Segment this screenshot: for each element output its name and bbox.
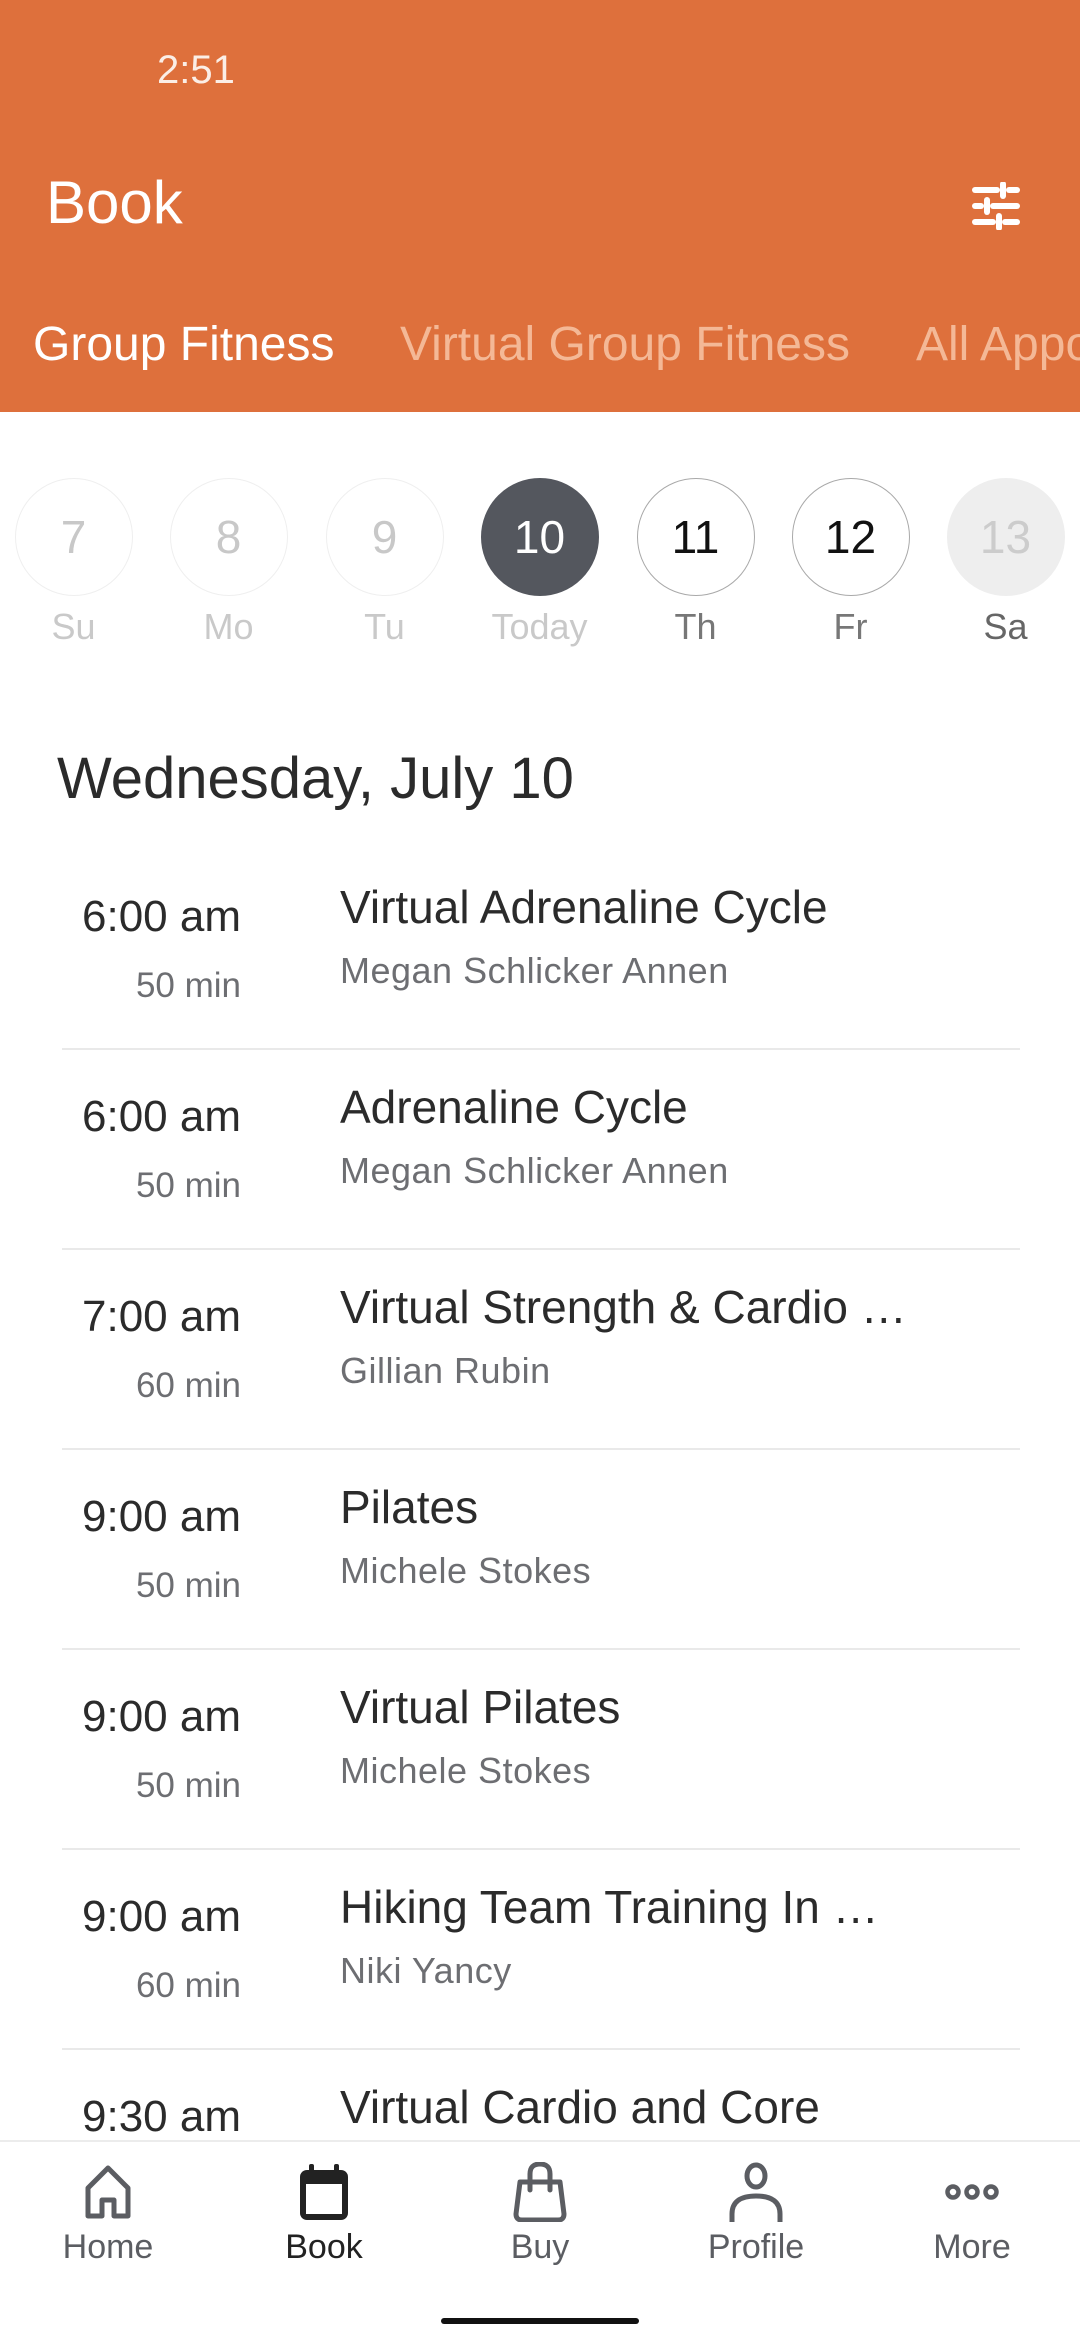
class-duration: 60 min (135, 1966, 241, 2005)
date-number: 10 (480, 478, 599, 596)
nav-label: More (933, 2228, 1011, 2266)
class-title: Adrenaline Cycle (340, 1081, 688, 1133)
class-title: Virtual Pilates (340, 1681, 621, 1733)
class-duration: 50 min (135, 1766, 241, 1805)
class-list-item[interactable]: 9:00 am 50 min Virtual Pilates Michele S… (0, 1650, 1080, 1850)
date-number: 11 (636, 478, 755, 596)
tab-virtual-group-fitness[interactable]: Virtual Group Fitness (400, 310, 850, 380)
person-icon (729, 2162, 783, 2222)
nav-buy[interactable]: Buy (432, 2162, 648, 2282)
date-item[interactable]: 12 Fr (773, 478, 928, 658)
nav-more[interactable]: More (864, 2162, 1080, 2282)
class-list-item[interactable]: 7:00 am 60 min Virtual Strength & Cardio… (0, 1250, 1080, 1450)
class-title: Virtual Strength & Cardio … (340, 1281, 907, 1333)
date-weekday: Tu (364, 606, 405, 647)
tab-group-fitness[interactable]: Group Fitness (33, 310, 334, 380)
home-icon (85, 2165, 131, 2219)
class-title: Pilates (340, 1481, 479, 1533)
date-number: 9 (325, 478, 444, 596)
class-time: 6:00 am (82, 1092, 241, 1141)
date-item-selected[interactable]: 10 Today (462, 478, 617, 658)
nav-label: Buy (510, 2228, 570, 2266)
date-number: 13 (946, 478, 1065, 596)
date-item[interactable]: 9 Tu (307, 478, 462, 658)
more-dots-icon (945, 2184, 999, 2200)
class-time: 9:00 am (82, 1692, 241, 1741)
date-weekday: Su (51, 606, 96, 647)
class-instructor: Megan Schlicker Annen (340, 1150, 729, 1191)
nav-home[interactable]: Home (0, 2162, 216, 2282)
class-list: 6:00 am 50 min Virtual Adrenaline Cycle … (0, 850, 1080, 2250)
status-bar-time: 2:51 (157, 48, 235, 92)
class-list-item[interactable]: 9:00 am 60 min Hiking Team Training In …… (0, 1850, 1080, 2050)
date-item[interactable]: 13 Sa (928, 478, 1080, 658)
class-time: 7:00 am (82, 1292, 241, 1341)
date-weekday: Today (491, 606, 588, 647)
class-time: 9:30 am (82, 2092, 241, 2141)
date-weekday: Mo (203, 606, 254, 647)
bottom-navigation: Home Book Buy Profile More (0, 2140, 1080, 2342)
sliders-icon (972, 182, 1020, 230)
class-instructor: Gillian Rubin (340, 1350, 551, 1391)
nav-profile[interactable]: Profile (648, 2162, 864, 2282)
date-number: 8 (169, 478, 288, 596)
nav-label: Home (62, 2228, 154, 2266)
nav-label: Book (285, 2228, 363, 2266)
class-list-item[interactable]: 6:00 am 50 min Adrenaline Cycle Megan Sc… (0, 1050, 1080, 1250)
date-item[interactable]: 7 Su (0, 478, 151, 658)
category-tabs: Group Fitness Virtual Group Fitness All … (0, 310, 1080, 380)
class-duration: 50 min (135, 966, 241, 1005)
date-number: 7 (14, 478, 133, 596)
class-list-item[interactable]: 9:00 am 50 min Pilates Michele Stokes (0, 1450, 1080, 1650)
schedule-date-heading: Wednesday, July 10 (57, 746, 574, 811)
class-title: Virtual Cardio and Core (340, 2081, 820, 2133)
tab-all-appointments[interactable]: All Appo (916, 310, 1080, 380)
class-instructor: Niki Yancy (340, 1950, 512, 1991)
class-instructor: Megan Schlicker Annen (340, 950, 729, 991)
class-time: 9:00 am (82, 1492, 241, 1541)
home-indicator[interactable] (441, 2318, 639, 2324)
class-time: 9:00 am (82, 1892, 241, 1941)
class-list-item[interactable]: 6:00 am 50 min Virtual Adrenaline Cycle … (0, 850, 1080, 1050)
class-title: Hiking Team Training In … (340, 1881, 879, 1933)
date-weekday: Th (674, 606, 717, 647)
date-item[interactable]: 8 Mo (151, 478, 306, 658)
class-title: Virtual Adrenaline Cycle (340, 881, 828, 933)
class-instructor: Michele Stokes (340, 1750, 592, 1791)
class-duration: 50 min (135, 1166, 241, 1205)
page-title: Book (46, 169, 183, 236)
date-weekday: Sa (983, 606, 1028, 647)
class-time: 6:00 am (82, 892, 241, 941)
filter-button[interactable] (960, 170, 1032, 242)
date-strip: 7 Su 8 Mo 9 Tu 10 Today 11 Th 12 Fr 13 S… (0, 478, 1080, 658)
date-weekday: Fr (833, 606, 868, 647)
class-duration: 60 min (135, 1366, 241, 1405)
nav-label: Profile (707, 2228, 805, 2266)
class-duration: 50 min (135, 1566, 241, 1605)
calendar-icon (300, 2164, 348, 2220)
app-header: 2:51 Book Group Fitness Virtual Group Fi… (0, 0, 1080, 412)
class-instructor: Michele Stokes (340, 1550, 592, 1591)
nav-book[interactable]: Book (216, 2162, 432, 2282)
shopping-bag-icon (513, 2162, 567, 2222)
date-item[interactable]: 11 Th (618, 478, 773, 658)
date-number: 12 (791, 478, 910, 596)
